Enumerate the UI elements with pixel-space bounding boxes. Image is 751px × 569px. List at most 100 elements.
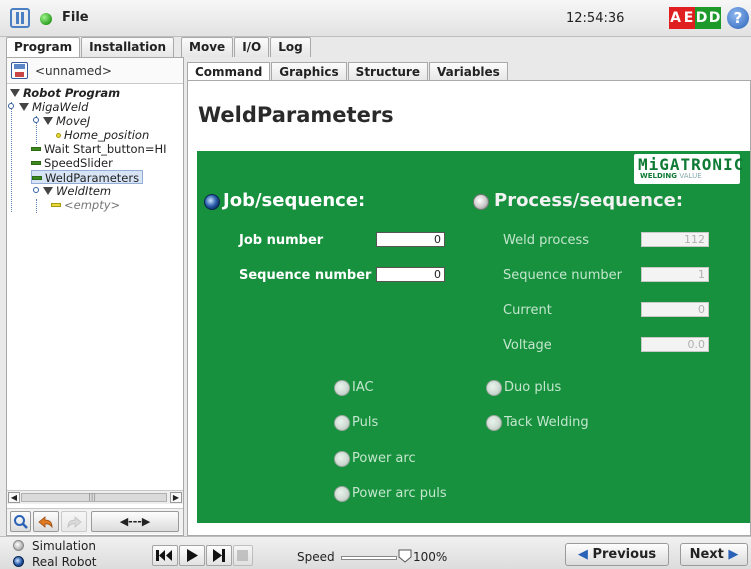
search-button[interactable] [10, 511, 31, 532]
speed-slider-track[interactable] [341, 556, 397, 560]
play-button[interactable] [179, 545, 205, 566]
simulation-radio[interactable] [13, 540, 24, 551]
scroll-right-icon[interactable]: ▶ [170, 492, 182, 503]
duo-plus-radio[interactable] [486, 380, 502, 396]
logo-tagline: WELDING VALUE [640, 172, 702, 180]
command-icon [31, 147, 41, 151]
process-sequence-heading[interactable]: Process/sequence: [494, 190, 683, 211]
real-robot-radio[interactable] [13, 556, 24, 567]
program-header: <unnamed> [7, 58, 183, 84]
tree-item-migaweld[interactable]: MigaWeld [19, 100, 88, 114]
aedd-letter-e: E [682, 7, 695, 29]
redo-button[interactable] [61, 511, 87, 532]
tab-variables[interactable]: Variables [428, 62, 508, 81]
tab-installation[interactable]: Installation [81, 37, 175, 57]
puls-label: Puls [352, 415, 379, 430]
undo-button[interactable] [33, 511, 59, 532]
skip-back-button[interactable] [152, 545, 178, 566]
tack-welding-radio[interactable] [486, 415, 502, 431]
tree-item-speedslider[interactable]: SpeedSlider [31, 156, 113, 170]
power-arc-label: Power arc [352, 451, 416, 466]
step-forward-button[interactable] [206, 545, 232, 566]
clock: 12:54:36 [566, 11, 625, 26]
simulation-label: Simulation [32, 539, 96, 553]
aedd-letter-a: A [669, 7, 682, 29]
page-title: WeldParameters [198, 103, 394, 127]
real-robot-label: Real Robot [32, 555, 97, 569]
speed-slider-thumb[interactable] [398, 549, 412, 563]
tab-io[interactable]: I/O [234, 37, 270, 57]
job-sequence-radio[interactable] [204, 194, 220, 210]
weld-process-field[interactable]: 112 [641, 232, 709, 247]
speed-value: 100% [413, 550, 448, 564]
iac-label: IAC [352, 380, 374, 395]
expand-icon [10, 89, 20, 97]
previous-arrow-icon: ◀ [577, 547, 588, 562]
next-arrow-icon: ▶ [728, 547, 739, 562]
tree-item-label: WeldItem [56, 184, 112, 198]
waypoint-icon [56, 133, 61, 138]
previous-button[interactable]: ◀ Previous [565, 543, 669, 566]
tab-log[interactable]: Log [270, 37, 311, 57]
tree-item-robot-program[interactable]: Robot Program [10, 86, 120, 100]
save-icon[interactable] [11, 62, 28, 79]
duo-plus-label: Duo plus [504, 380, 562, 395]
iac-radio[interactable] [334, 380, 350, 396]
next-button[interactable]: Next ▶ [680, 543, 748, 566]
next-label: Next [689, 547, 724, 562]
tree-item-movej[interactable]: MoveJ [43, 114, 90, 128]
job-number-field[interactable]: 0 [376, 232, 445, 247]
power-arc-puls-label: Power arc puls [352, 486, 447, 501]
tab-program[interactable]: Program [6, 37, 81, 57]
tab-structure[interactable]: Structure [347, 62, 428, 81]
tree-item-wait[interactable]: Wait Start_button=HI [31, 142, 167, 156]
power-arc-puls-radio[interactable] [334, 486, 350, 502]
top-bar: File 12:54:36 A E D D ? [0, 0, 751, 37]
main-tabs: Program Installation Move I/O Log [0, 37, 751, 57]
power-arc-radio[interactable] [334, 451, 350, 467]
tree-item-weldparameters[interactable]: WeldParameters [31, 170, 144, 185]
tree-branch-line [36, 199, 37, 213]
job-sequence-number-field[interactable]: 0 [376, 267, 445, 282]
ur-logo-icon [10, 8, 30, 28]
program-tree: Robot Program MigaWeld MoveJ Home_positi… [7, 86, 183, 481]
search-icon [13, 515, 28, 529]
process-sequence-number-label: Sequence number [503, 268, 622, 283]
tree-item-empty[interactable]: <empty> [51, 198, 120, 212]
speed-label: Speed [297, 550, 335, 564]
puls-radio[interactable] [334, 415, 350, 431]
scroll-thumb[interactable]: ||| [21, 492, 167, 502]
process-sequence-radio[interactable] [473, 194, 489, 210]
tack-welding-label: Tack Welding [504, 415, 589, 430]
robot-status-icon[interactable] [40, 13, 52, 25]
aedd-indicator: A E D D [669, 7, 721, 29]
play-icon [187, 549, 198, 562]
job-sequence-heading[interactable]: Job/sequence: [223, 190, 365, 211]
migatronic-logo: MiGATRONIC WELDING VALUE [634, 154, 743, 184]
file-menu[interactable]: File [62, 10, 89, 25]
tree-horizontal-scrollbar[interactable]: ◀ ||| ▶ [7, 490, 183, 504]
tab-command[interactable]: Command [187, 62, 271, 81]
expand-icon [43, 187, 53, 195]
expand-icon [19, 103, 29, 111]
skip-back-icon [156, 550, 172, 561]
tab-move[interactable]: Move [181, 37, 234, 57]
tree-item-label: MoveJ [56, 114, 91, 128]
job-sequence-number-label: Sequence number [239, 268, 372, 283]
process-sequence-number-field[interactable]: 1 [641, 267, 709, 282]
move-node-button[interactable]: ◀---▶ [91, 511, 179, 532]
tree-item-label: MigaWeld [32, 100, 89, 114]
program-tree-panel: <unnamed> Robot Program MigaWeld MoveJ H… [6, 57, 184, 536]
aedd-letter-d1: D [695, 7, 708, 29]
command-icon [32, 176, 42, 180]
tree-item-label: Robot Program [23, 86, 121, 100]
undo-icon [38, 516, 53, 529]
help-icon[interactable]: ? [727, 7, 749, 29]
current-field[interactable]: 0 [641, 302, 709, 317]
tree-item-welditem[interactable]: WeldItem [43, 184, 111, 198]
tree-item-home-position[interactable]: Home_position [56, 128, 149, 142]
voltage-field[interactable]: 0.0 [641, 337, 709, 352]
tab-graphics[interactable]: Graphics [271, 62, 347, 81]
scroll-left-icon[interactable]: ◀ [8, 492, 20, 503]
stop-button[interactable] [233, 545, 253, 566]
